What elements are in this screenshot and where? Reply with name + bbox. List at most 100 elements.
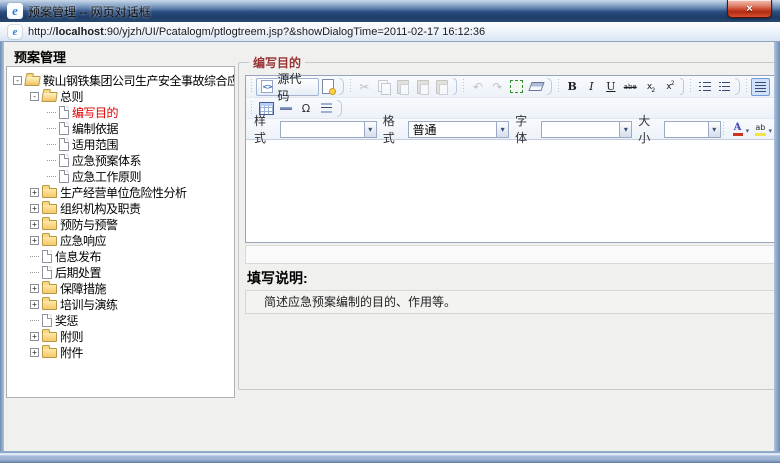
horizontal-rule-button[interactable] [276, 99, 296, 117]
italic-button[interactable] [582, 78, 601, 96]
underline-button[interactable] [601, 78, 620, 96]
folder-icon [42, 348, 57, 358]
editor-content-area[interactable] [246, 139, 774, 242]
tree-item[interactable]: 信息发布 [7, 248, 234, 264]
tree-item-label: 附则 [60, 328, 83, 345]
toolbar-group-end [547, 78, 552, 95]
tree-item[interactable]: 总则 [7, 88, 234, 104]
tree-item-label: 组织机构及职责 [60, 200, 141, 217]
special-char-button[interactable] [296, 99, 316, 117]
toolbar-grip [557, 79, 560, 94]
redo-icon [490, 79, 505, 95]
special-char-icon [298, 100, 314, 116]
tree-item[interactable]: 应急预案体系 [7, 152, 234, 168]
tree-item[interactable]: 鞍山钢铁集团公司生产安全事故综合应急预案 [7, 72, 234, 88]
expand-icon[interactable] [30, 220, 39, 229]
copy-button[interactable] [374, 78, 393, 96]
size-select: 大小 [635, 112, 720, 146]
tree-item[interactable]: 培训与演练 [7, 296, 234, 312]
tree-item[interactable]: 编写目的 [7, 104, 234, 120]
source-icon [261, 80, 273, 93]
tree-item[interactable]: 应急响应 [7, 232, 234, 248]
tree-item[interactable]: 应急工作原则 [7, 168, 234, 184]
align-center-button[interactable] [770, 78, 774, 96]
bold-button[interactable] [562, 78, 581, 96]
document-icon [42, 250, 52, 263]
cut-button[interactable] [355, 78, 374, 96]
table-button[interactable] [256, 99, 276, 117]
expand-icon[interactable] [30, 204, 39, 213]
paste-word-icon [434, 79, 449, 95]
chevron-down-icon [746, 120, 750, 138]
tree-item-label: 鞍山钢铁集团公司生产安全事故综合应急预案 [43, 72, 235, 89]
paste-text-button[interactable] [413, 78, 432, 96]
highlight-color-button[interactable] [751, 120, 774, 138]
tree-item[interactable]: 编制依据 [7, 120, 234, 136]
ordered-list-button[interactable] [695, 78, 714, 96]
collapse-icon[interactable] [13, 76, 22, 85]
chevron-down-icon[interactable] [364, 121, 377, 138]
expand-icon[interactable] [30, 300, 39, 309]
unordered-list-button[interactable] [715, 78, 734, 96]
toolbar-grip [689, 79, 692, 94]
table-icon [258, 100, 274, 116]
select-all-icon [509, 79, 524, 95]
document-icon [42, 314, 52, 327]
tree-item[interactable]: 适用范围 [7, 136, 234, 152]
undo-button[interactable] [468, 78, 487, 96]
section-panel: 编写目的 源代码样式格式普通字体大小 保存 填写说明: 简述应急预案编制的目的、… [238, 54, 774, 390]
tree-item[interactable]: 预防与预警 [7, 216, 234, 232]
tree-item[interactable]: 附件 [7, 344, 234, 360]
format-select-value[interactable]: 普通 [408, 121, 496, 138]
page-break-button[interactable] [316, 99, 336, 117]
subscript-button[interactable] [640, 78, 659, 96]
style-select-value[interactable] [280, 121, 364, 138]
collapse-icon[interactable] [30, 92, 39, 101]
tree-item[interactable]: 后期处置 [7, 264, 234, 280]
close-button[interactable]: × [727, 0, 772, 18]
tree-item[interactable]: 组织机构及职责 [7, 200, 234, 216]
font-select-value[interactable] [541, 121, 620, 138]
italic-icon [584, 79, 599, 95]
toolbar-row: 样式格式普通字体大小 [246, 118, 774, 139]
folder-icon [42, 300, 57, 310]
expand-icon[interactable] [30, 236, 39, 245]
align-left-button[interactable] [751, 78, 770, 96]
toolbar-grip [723, 122, 726, 137]
folder-icon [42, 204, 57, 214]
note-text: 简述应急预案编制的目的、作用等。 [245, 290, 774, 314]
remove-format-button[interactable] [526, 78, 545, 96]
chevron-down-icon[interactable] [708, 121, 721, 138]
tree-item[interactable]: 奖惩 [7, 312, 234, 328]
source-button[interactable]: 源代码 [256, 78, 319, 96]
tree-connector [30, 256, 39, 257]
toolbar-group-end [735, 78, 740, 95]
toolbar-group-end [680, 78, 685, 95]
tree-item[interactable]: 保障措施 [7, 280, 234, 296]
tree-item[interactable]: 生产经营单位危险性分析 [7, 184, 234, 200]
expand-icon[interactable] [30, 284, 39, 293]
new-page-button[interactable] [319, 78, 338, 96]
tree-item-label: 预防与预警 [60, 216, 118, 233]
tree-item-label: 生产经营单位危险性分析 [60, 184, 187, 201]
document-icon [42, 266, 52, 279]
document-icon [59, 122, 69, 135]
paste-word-button[interactable] [432, 78, 451, 96]
size-select-value[interactable] [664, 121, 708, 138]
redo-button[interactable] [488, 78, 507, 96]
expand-icon[interactable] [30, 332, 39, 341]
chevron-down-icon[interactable] [496, 121, 509, 138]
paste-button[interactable] [393, 78, 412, 96]
tree-item[interactable]: 附则 [7, 328, 234, 344]
strikethrough-button[interactable] [621, 78, 640, 96]
text-color-button[interactable] [728, 120, 751, 138]
tree-item-label: 保障措施 [60, 280, 106, 297]
paste-icon [395, 79, 410, 95]
superscript-button[interactable] [659, 78, 678, 96]
toolbar-grip [462, 79, 465, 94]
text-color-icon [730, 121, 744, 137]
expand-icon[interactable] [30, 188, 39, 197]
chevron-down-icon[interactable] [619, 121, 632, 138]
expand-icon[interactable] [30, 348, 39, 357]
select-all-button[interactable] [507, 78, 526, 96]
